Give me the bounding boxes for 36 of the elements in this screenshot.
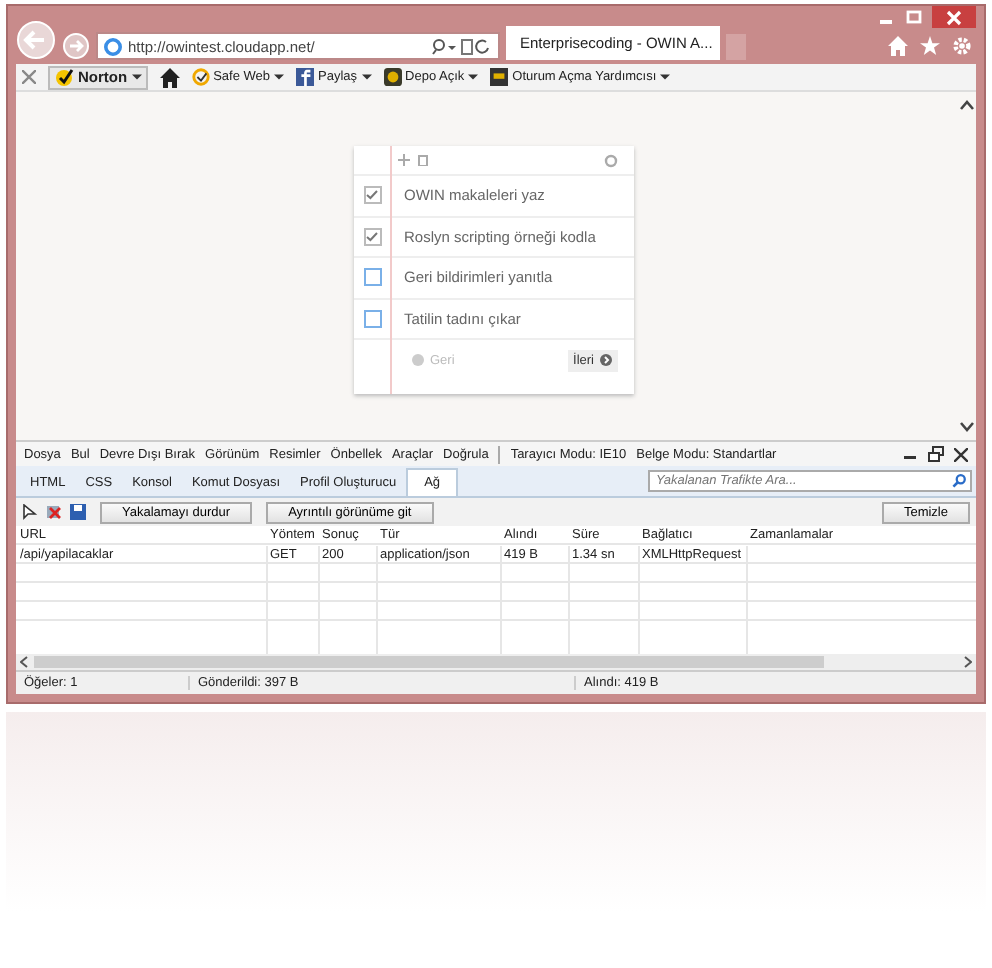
cursor-icon[interactable] [22, 504, 38, 520]
vault-icon [383, 68, 402, 86]
checkbox[interactable] [363, 186, 381, 205]
star-icon[interactable] [920, 36, 940, 56]
scroll-right-icon[interactable] [964, 656, 972, 668]
back-icon[interactable] [16, 20, 56, 60]
close-button[interactable] [932, 6, 976, 28]
arrow-circle-icon [600, 354, 612, 366]
address-tools-icon[interactable] [432, 37, 492, 55]
checkbox[interactable] [363, 309, 381, 328]
caret-icon[interactable] [660, 74, 671, 80]
caret-icon[interactable] [361, 74, 372, 80]
circle-icon [412, 354, 424, 366]
close-icon[interactable] [954, 447, 968, 461]
home-icon[interactable] [159, 67, 180, 87]
norton-logo-icon [54, 67, 74, 87]
forward-icon[interactable] [62, 32, 90, 60]
checkbox[interactable] [363, 227, 381, 246]
caret-icon[interactable] [468, 74, 479, 80]
undock-icon[interactable] [928, 446, 944, 462]
scroll-left-icon[interactable] [20, 656, 28, 668]
scroll-up-icon[interactable] [959, 100, 973, 110]
check-icon [366, 190, 378, 201]
caret-icon[interactable] [131, 74, 142, 80]
login-icon [490, 68, 509, 86]
caret-icon[interactable] [274, 74, 285, 80]
save-icon[interactable] [70, 504, 86, 520]
page-icon [104, 37, 122, 55]
maximize-icon[interactable] [904, 9, 924, 25]
clear-cache-icon[interactable] [46, 504, 62, 520]
checkbox[interactable] [363, 268, 381, 287]
horizontal-scrollbar[interactable] [16, 654, 976, 670]
check-icon [366, 231, 378, 242]
check-circle-icon [191, 68, 210, 86]
search-icon[interactable] [952, 474, 966, 488]
scroll-down-icon[interactable] [959, 422, 973, 432]
